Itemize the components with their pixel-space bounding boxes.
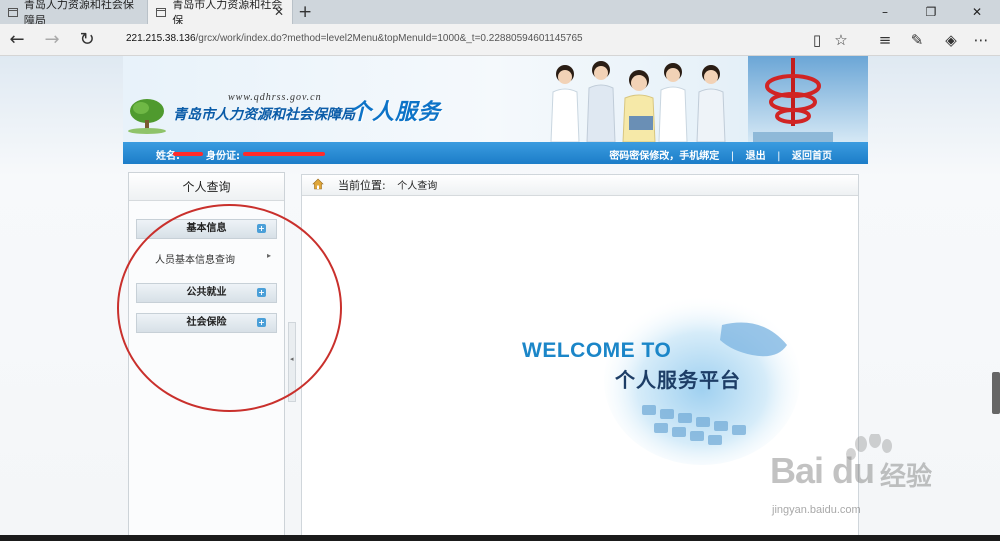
web-note-icon[interactable]: ✎ [906, 29, 928, 51]
home-link[interactable]: 返回首页 [792, 151, 832, 162]
sidebar: 个人查询 基本信息 + 人员基本信息查询 ▸ 公共就业 + 社会保险 + [128, 172, 285, 541]
watermark-url: jingyan.baidu.com [772, 504, 861, 516]
menu-basic-info[interactable]: 基本信息 + [136, 219, 277, 239]
location-label: 当前位置: [338, 179, 386, 192]
menu-item-label: 人员基本信息查询 [155, 255, 235, 266]
page-icon [8, 7, 18, 17]
url-field[interactable]: 221.215.38.136/grcx/work/index.do?method… [126, 33, 583, 44]
site-banner: www.qdhrss.gov.cn 青岛市人力资源和社会保障局 个人服务 [123, 56, 868, 142]
hub-icon[interactable]: ≡ [874, 29, 896, 51]
forward-icon[interactable]: → [40, 28, 64, 52]
reading-view-icon[interactable]: ▯ [806, 29, 828, 51]
more-icon[interactable]: ⋯ [970, 29, 992, 51]
sidebar-collapse-handle[interactable]: ◂ [288, 322, 296, 402]
browser-tab-1[interactable]: 青岛人力资源和社会保障局 [0, 0, 147, 27]
url-host: 221.215.38.136 [126, 33, 196, 44]
watermark-brand: Bai du [770, 450, 875, 491]
service-title: 个人服务 [349, 100, 442, 125]
user-id-label: 身份证: [206, 151, 240, 162]
new-tab-button[interactable]: + [298, 2, 312, 22]
sidebar-title: 个人查询 [129, 173, 284, 201]
maximize-button[interactable]: ❐ [908, 0, 954, 24]
taskbar-strip [0, 535, 1000, 541]
menu-public-employment[interactable]: 公共就业 + [136, 283, 277, 303]
welcome-subheading: 个人服务平台 [615, 368, 741, 392]
chevron-right-icon: ▸ [266, 251, 271, 260]
minimize-button[interactable]: – [862, 0, 908, 24]
address-bar: ← → ↻ 221.215.38.136/grcx/work/index.do?… [0, 24, 1000, 56]
menu-social-insurance[interactable]: 社会保险 + [136, 313, 277, 333]
location-value: 个人查询 [397, 181, 438, 192]
separator: | [730, 151, 735, 162]
watermark-brand-cn: 经验 [880, 462, 933, 492]
redaction-mark [173, 152, 203, 156]
browser-tab-2-active[interactable]: 青岛市人力资源和社会保 ✕ [147, 0, 293, 27]
site-url: www.qdhrss.gov.cn [228, 92, 322, 103]
menu-label: 基本信息 [186, 223, 227, 234]
refresh-icon[interactable]: ↻ [75, 28, 99, 52]
url-path: /grcx/work/index.do?method=level2Menu&to… [195, 33, 583, 44]
home-icon [312, 178, 324, 190]
expand-icon: + [257, 318, 266, 327]
favorite-star-icon[interactable]: ☆ [830, 29, 852, 51]
menu-label: 公共就业 [186, 287, 227, 298]
user-info-bar: 姓名: 身份证: 密码密保修改，手机绑定 | 退出 | 返回首页 [123, 142, 868, 164]
back-icon[interactable]: ← [5, 28, 29, 52]
people-photo [550, 61, 726, 142]
page-icon [156, 7, 167, 17]
separator: | [777, 151, 781, 162]
share-icon[interactable]: ◈ [940, 29, 962, 51]
site-name: 青岛市人力资源和社会保障局 [173, 107, 355, 123]
browser-tab-bar: 青岛人力资源和社会保障局 青岛市人力资源和社会保 ✕ + – ❐ ✕ [0, 0, 1000, 27]
expand-icon: + [257, 224, 266, 233]
close-window-button[interactable]: ✕ [954, 0, 1000, 24]
chevron-left-icon: ◂ [290, 355, 294, 363]
menu-label: 社会保险 [186, 317, 227, 328]
welcome-heading: WELCOME TO [522, 339, 672, 362]
landmark-sculpture [753, 58, 833, 142]
menu-item-person-info-query[interactable]: 人员基本信息查询 ▸ [155, 251, 275, 266]
change-password-link[interactable]: 密码密保修改，手机绑定 [609, 151, 719, 162]
userbar-links: 密码密保修改，手机绑定 | 退出 | 返回首页 [605, 147, 836, 162]
logout-link[interactable]: 退出 [746, 151, 766, 162]
expand-icon: + [257, 288, 266, 297]
breadcrumb: 当前位置: 个人查询 [302, 175, 858, 196]
scrollbar-thumb[interactable] [992, 372, 1000, 414]
tree-icon [128, 99, 166, 134]
redaction-mark [243, 152, 325, 156]
close-icon[interactable]: ✕ [274, 5, 284, 19]
